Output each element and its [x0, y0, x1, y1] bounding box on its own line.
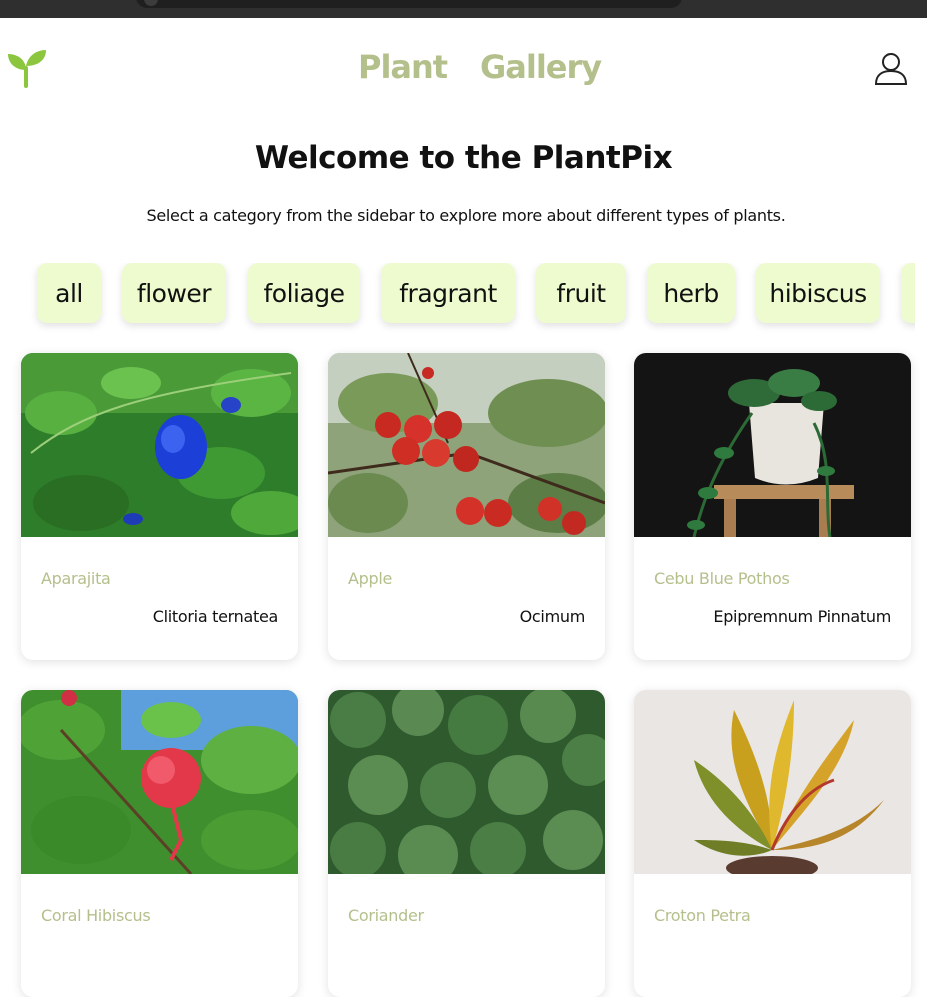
plant-card-cebu-blue-pothos[interactable]: Cebu Blue Pothos Epipremnum Pinnatum: [634, 353, 911, 660]
category-chip-hibiscus[interactable]: hibiscus: [756, 263, 880, 323]
plant-card-apple[interactable]: Apple Ocimum: [328, 353, 605, 660]
sprout-icon[interactable]: [6, 48, 48, 88]
plant-card-coral-hibiscus[interactable]: Coral Hibiscus: [21, 690, 298, 997]
category-chip-fragrant[interactable]: fragrant: [381, 263, 515, 323]
plant-scientific-name: Clitoria ternatea: [152, 607, 279, 626]
plant-name: Coral Hibiscus: [41, 906, 151, 925]
plant-name: Coriander: [348, 906, 424, 925]
plant-name: Apple: [348, 569, 393, 588]
plant-image-apple: [328, 353, 605, 537]
category-chip-foliage[interactable]: foliage: [248, 263, 360, 323]
category-chip-all[interactable]: all: [37, 263, 101, 323]
user-icon[interactable]: [873, 51, 909, 87]
plant-scientific-name: Epipremnum Pinnatum: [713, 607, 891, 626]
category-chip-next[interactable]: [901, 263, 915, 323]
page-subtitle: Select a category from the sidebar to ex…: [146, 206, 786, 225]
plant-image-coriander: [328, 690, 605, 874]
category-chip-flower[interactable]: flower: [122, 263, 226, 323]
address-bar[interactable]: [136, 0, 682, 8]
nav-link-gallery[interactable]: Gallery: [480, 48, 602, 86]
plant-card-coriander[interactable]: Coriander: [328, 690, 605, 997]
category-chip-fruit[interactable]: fruit: [536, 263, 626, 323]
nav-link-plant[interactable]: Plant: [358, 48, 448, 86]
plant-card-croton-petra[interactable]: Croton Petra: [634, 690, 911, 997]
browser-topbar: [0, 0, 927, 18]
site-info-icon[interactable]: [144, 0, 158, 6]
plant-image-aparajita: [21, 353, 298, 537]
category-chip-herb[interactable]: herb: [647, 263, 735, 323]
plant-image-cebu-blue-pothos: [634, 353, 911, 537]
plant-card-aparajita[interactable]: Aparajita Clitoria ternatea: [21, 353, 298, 660]
plant-name: Cebu Blue Pothos: [654, 569, 790, 588]
navbar: Plant Gallery: [0, 18, 927, 118]
plant-image-coral-hibiscus: [21, 690, 298, 874]
plant-scientific-name: Ocimum: [519, 607, 586, 626]
plant-name: Croton Petra: [654, 906, 751, 925]
category-chips: all flower foliage fragrant fruit herb h…: [0, 263, 915, 333]
plant-image-croton-petra: [634, 690, 911, 874]
page-title: Welcome to the PlantPix: [254, 140, 673, 176]
plant-name: Aparajita: [41, 569, 111, 588]
